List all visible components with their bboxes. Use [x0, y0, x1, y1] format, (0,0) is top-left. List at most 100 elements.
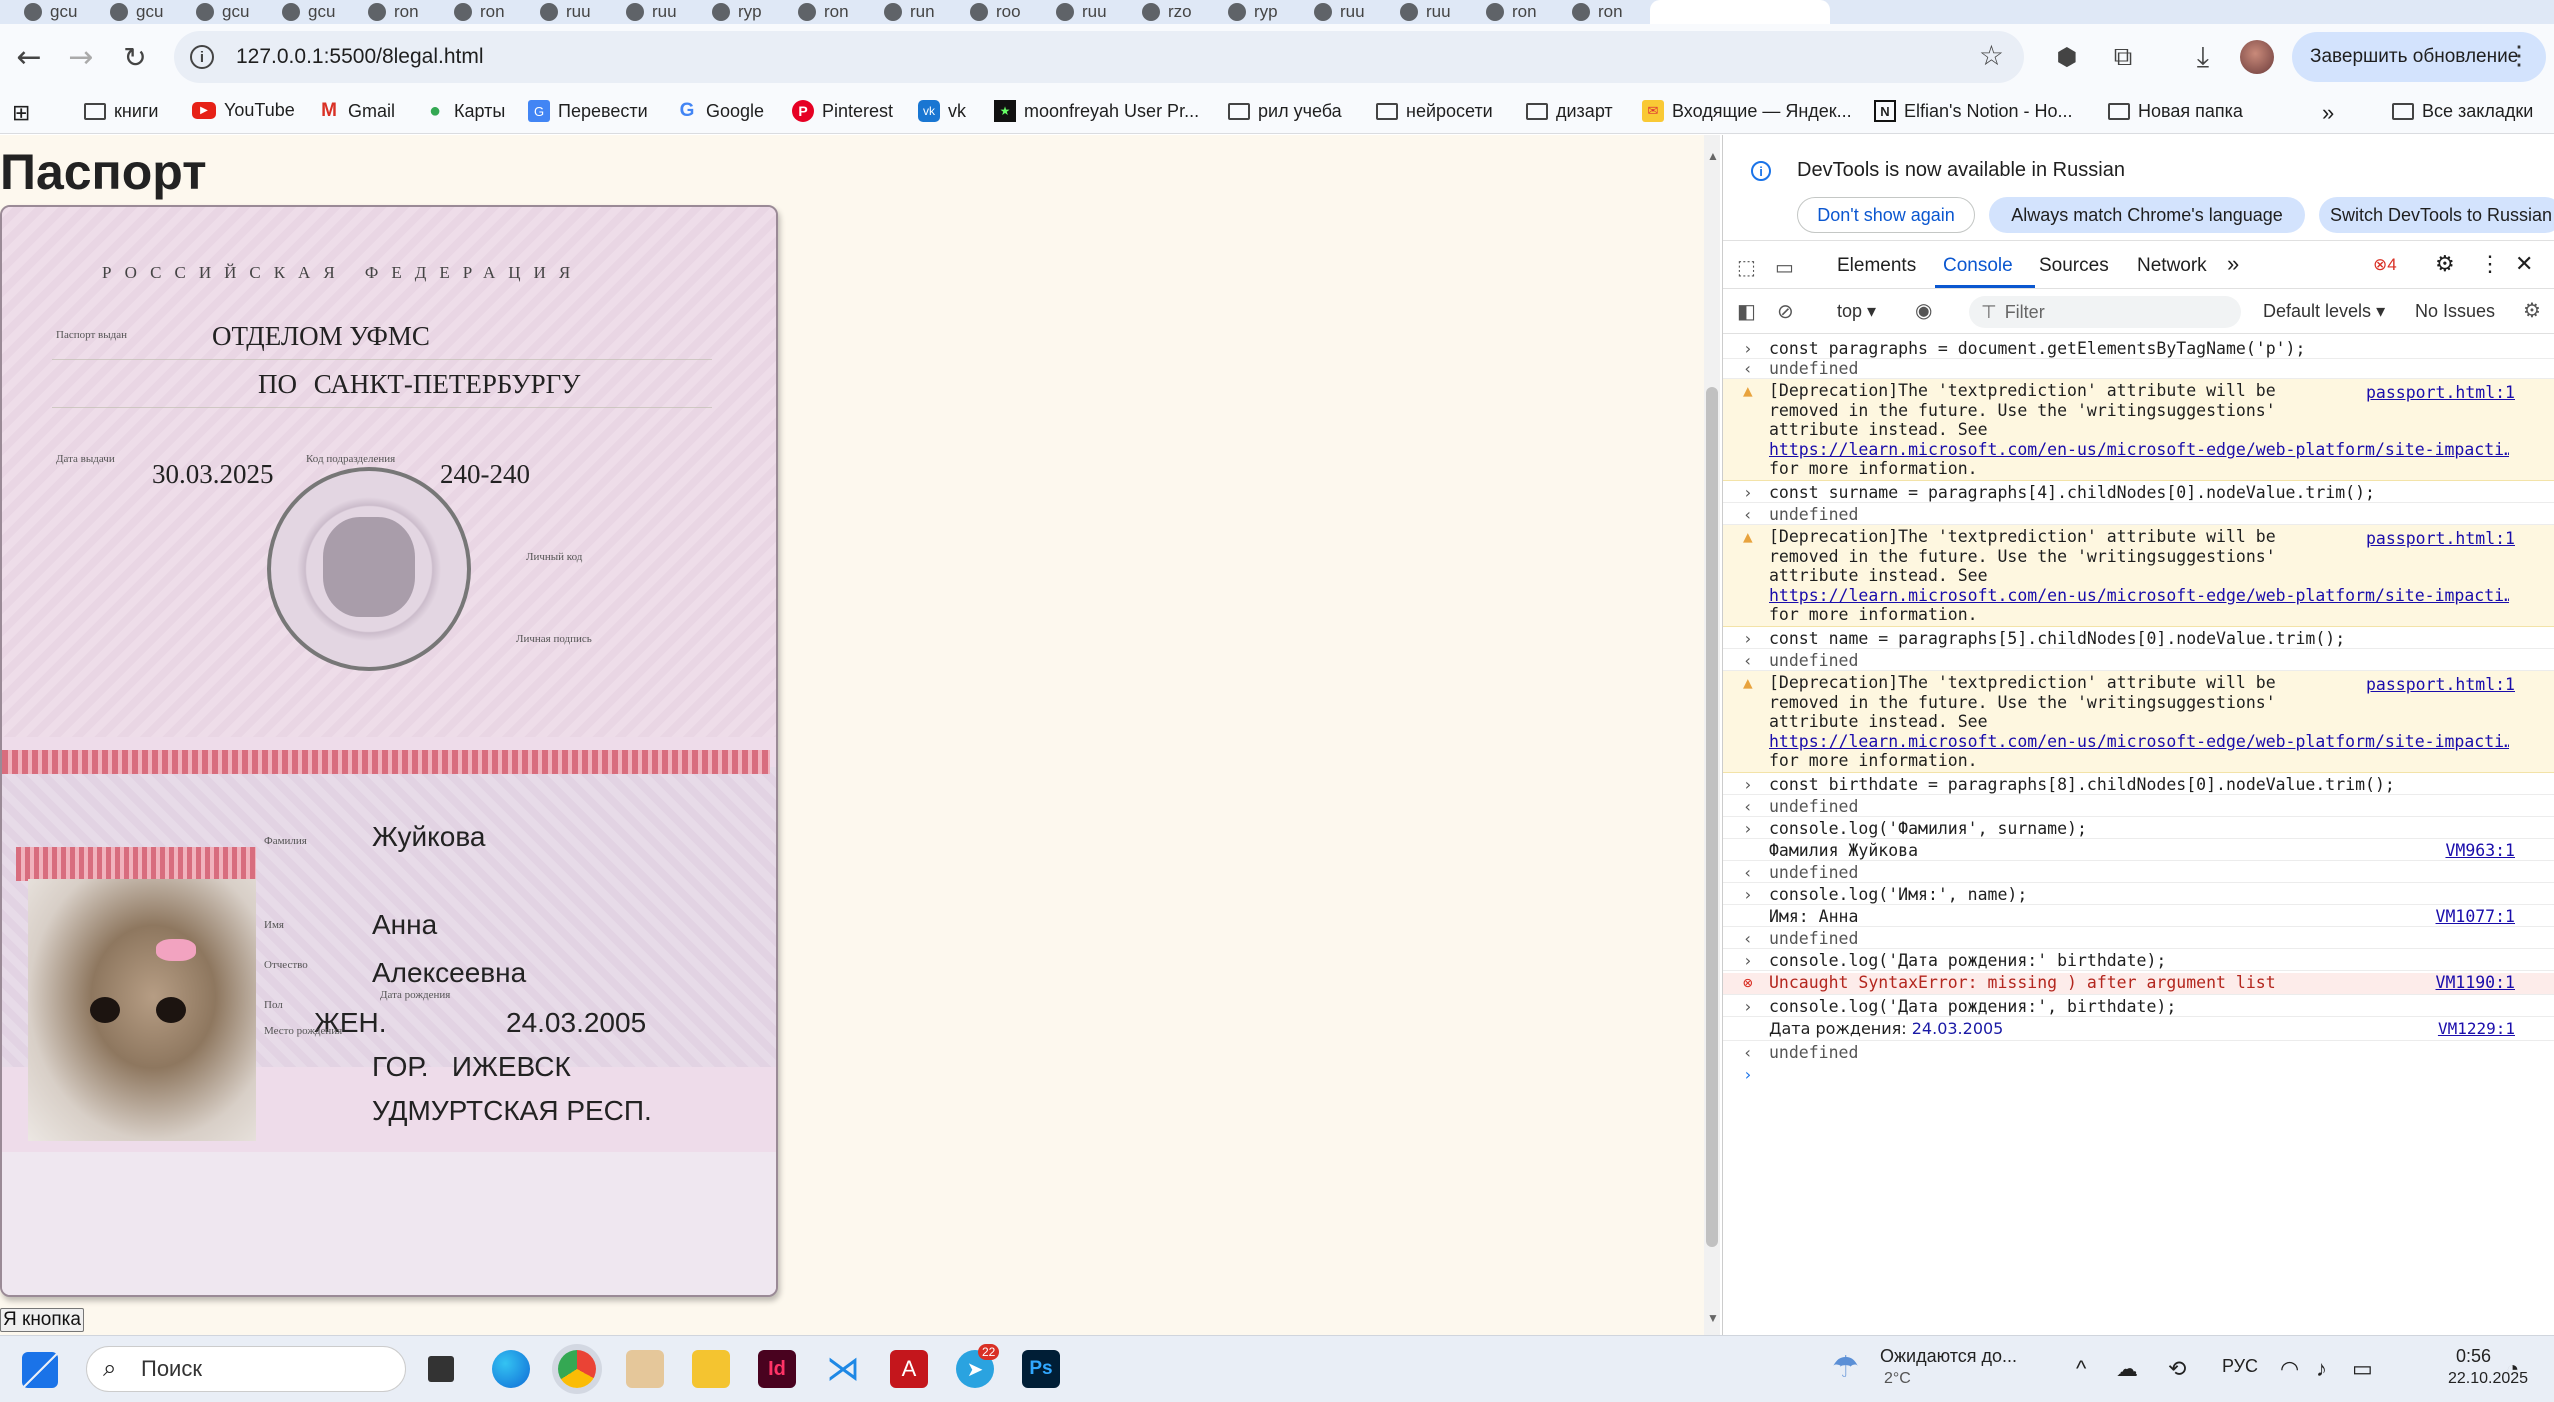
tab-sources[interactable]: Sources [2039, 255, 2109, 277]
extension-button[interactable]: ⬢ [2044, 34, 2090, 80]
volume-icon[interactable]: ♪ [2316, 1356, 2327, 1382]
bookmark-novaya-papka[interactable]: Новая папка [2108, 100, 2243, 122]
always-match-language-button[interactable]: Always match Chrome's language [1989, 197, 2305, 233]
bookmark-youtube[interactable]: ▶ YouTube [192, 100, 295, 121]
tab-network[interactable]: Network [2137, 255, 2207, 277]
browser-tab[interactable]: ron [354, 0, 440, 24]
bookmark-pinterest[interactable]: P Pinterest [792, 100, 893, 122]
source-link[interactable]: VM1229:1 [2438, 1019, 2515, 1039]
console-settings-gear-icon[interactable]: ⚙ [2523, 298, 2541, 323]
source-link[interactable]: passport.html:1 [2366, 383, 2515, 403]
bookmark-gmail[interactable]: M Gmail [318, 100, 395, 122]
browser-tab[interactable]: ruu [1042, 0, 1128, 24]
context-selector[interactable]: top ▾ [1837, 301, 1876, 322]
weather-text[interactable]: Ожидаются до... [1880, 1346, 2017, 1367]
learn-more-link[interactable]: https://learn.microsoft.com/en-us/micros… [1769, 440, 2509, 460]
browser-tab[interactable]: ron [1472, 0, 1558, 24]
scroll-down-icon[interactable]: ▼ [1707, 1311, 1719, 1325]
browser-tab[interactable]: ruu [612, 0, 698, 24]
windows-start-icon[interactable] [22, 1352, 58, 1388]
console-input-row[interactable]: › console.log('Дата рождения:' birthdate)… [1723, 951, 2554, 971]
bookmark-knigi[interactable]: книги [84, 100, 159, 122]
bookmark-neiroseti[interactable]: нейросети [1376, 100, 1493, 122]
error-count-badge[interactable]: ⊗4 [2373, 255, 2397, 275]
battery-icon[interactable]: ▭ [2352, 1356, 2373, 1382]
browser-tab[interactable]: gcu [268, 0, 354, 24]
browser-tab[interactable]: ron [1558, 0, 1644, 24]
wifi-icon[interactable]: ◠ [2280, 1356, 2299, 1382]
acrobat-icon[interactable]: A [890, 1350, 928, 1388]
bookmark-ril-ucheba[interactable]: рил учеба [1228, 100, 1342, 122]
edge-icon[interactable] [492, 1350, 530, 1388]
console-input-row[interactable]: › const name = paragraphs[5].childNodes[0… [1723, 629, 2554, 649]
inspect-element-icon[interactable]: ⬚ [1737, 255, 1756, 280]
weather-icon[interactable]: ☂ [1832, 1350, 1859, 1385]
forward-button[interactable]: → [58, 34, 104, 80]
browser-tab[interactable]: ruu [1386, 0, 1472, 24]
issues-counter[interactable]: No Issues [2415, 301, 2495, 322]
switch-devtools-russian-button[interactable]: Switch DevTools to Russian [2319, 197, 2554, 233]
console-input-row[interactable]: › console.log('Фамилия', surname); [1723, 819, 2554, 839]
browser-tab[interactable]: ryp [1214, 0, 1300, 24]
source-link[interactable]: VM963:1 [2445, 841, 2515, 861]
scrollbar-thumb[interactable] [1706, 387, 1718, 1247]
downloads-button[interactable]: ⤓ [2180, 34, 2226, 80]
log-levels-dropdown[interactable]: Default levels ▾ [2263, 301, 2385, 322]
more-tabs-chevron-icon[interactable]: » [2227, 251, 2239, 277]
clear-console-icon[interactable]: ⊘ [1777, 299, 1794, 324]
browser-tab[interactable]: rzo [1128, 0, 1214, 24]
more-bookmarks-chevron-icon[interactable]: » [2322, 100, 2334, 126]
language-indicator[interactable]: РУС [2222, 1356, 2258, 1377]
active-tab[interactable] [1650, 0, 1830, 24]
avatar[interactable] [2240, 40, 2274, 74]
onedrive-icon[interactable]: ☁ [2116, 1356, 2138, 1382]
bookmark-vk[interactable]: vk vk [918, 100, 966, 122]
console-input-row[interactable]: › console.log('Дата рождения:', birthdate… [1723, 997, 2554, 1017]
browser-tab[interactable]: ron [440, 0, 526, 24]
task-view-icon[interactable] [428, 1356, 454, 1382]
live-expression-eye-icon[interactable]: ◉ [1915, 298, 1932, 323]
scroll-up-icon[interactable]: ▲ [1707, 149, 1719, 163]
taskbar-search[interactable]: ⌕ Поиск [86, 1346, 406, 1392]
bookmark-star-icon[interactable]: ☆ [1979, 39, 2004, 72]
all-bookmarks[interactable]: Все закладки [2392, 100, 2533, 122]
source-link[interactable]: VM1190:1 [2436, 973, 2515, 993]
console-input-row[interactable]: › const surname = paragraphs[4].childNode… [1723, 483, 2554, 503]
address-bar[interactable]: i 127.0.0.1:5500/8legal.html ☆ [174, 31, 2024, 83]
dont-show-again-button[interactable]: Don't show again [1797, 197, 1975, 233]
console-input-row[interactable]: › const paragraphs = document.getElements… [1723, 339, 2554, 359]
close-icon[interactable]: ✕ [2515, 251, 2533, 277]
indesign-icon[interactable]: Id [758, 1350, 796, 1388]
clock-time[interactable]: 0:56 [2456, 1346, 2491, 1367]
bookmark-moonfreyah[interactable]: ★ moonfreyah User Pr... [994, 100, 1199, 122]
page-scrollbar[interactable]: ▲ ▼ [1704, 135, 1720, 1335]
browser-tab[interactable]: gcu [182, 0, 268, 24]
tab-console[interactable]: Console [1943, 255, 2013, 277]
url-text[interactable]: 127.0.0.1:5500/8legal.html [236, 45, 484, 69]
bookmark-google[interactable]: G Google [676, 100, 764, 122]
browser-tab[interactable]: ruu [1300, 0, 1386, 24]
learn-more-link[interactable]: https://learn.microsoft.com/en-us/micros… [1769, 732, 2509, 752]
notepad-icon[interactable] [626, 1350, 664, 1388]
learn-more-link[interactable]: https://learn.microsoft.com/en-us/micros… [1769, 586, 2509, 606]
console-prompt[interactable]: › [1723, 1065, 2554, 1087]
browser-tab[interactable]: gcu [96, 0, 182, 24]
bookmark-translate[interactable]: G Перевести [528, 100, 648, 122]
bookmark-notion[interactable]: N Elfian's Notion - Ho... [1874, 100, 2073, 122]
update-button[interactable]: Завершить обновление ⋮ [2292, 32, 2546, 82]
source-link[interactable]: passport.html:1 [2366, 529, 2515, 549]
back-button[interactable]: ← [6, 34, 52, 80]
console-filter-input[interactable]: ⊤ Filter [1969, 296, 2241, 328]
source-link[interactable]: passport.html:1 [2366, 675, 2515, 695]
browser-tab[interactable]: run [870, 0, 956, 24]
browser-tab[interactable]: ryp [698, 0, 784, 24]
console-input-row[interactable]: › const birthdate = paragraphs[8].childNo… [1723, 775, 2554, 795]
bookmark-dizart[interactable]: дизарт [1526, 100, 1613, 122]
sync-icon[interactable]: ⟲ [2168, 1356, 2186, 1382]
extensions-menu-button[interactable]: ⧉ [2100, 34, 2146, 80]
apps-icon[interactable]: ⊞ [12, 100, 30, 126]
device-toolbar-icon[interactable]: ▭ [1775, 255, 1794, 280]
vscode-icon[interactable]: ⋊ [824, 1350, 862, 1388]
reload-button[interactable]: ↻ [112, 34, 158, 80]
file-explorer-icon[interactable] [692, 1350, 730, 1388]
